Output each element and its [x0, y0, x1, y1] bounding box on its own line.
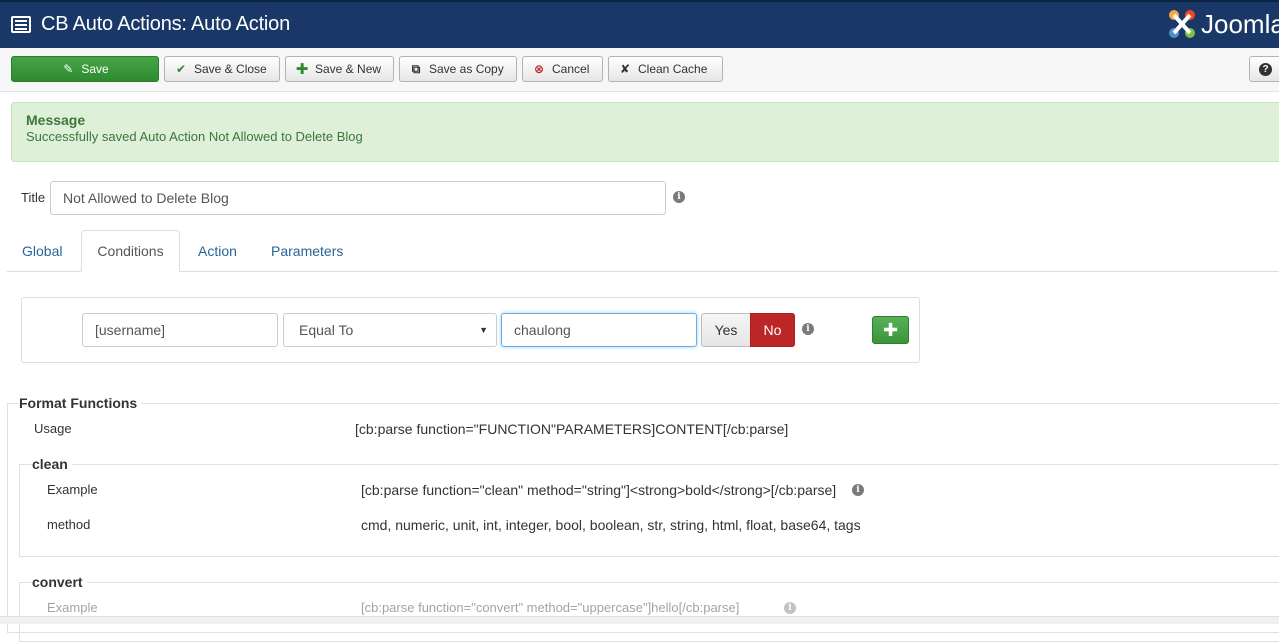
- save-new-label: Save & New: [315, 62, 382, 76]
- info-icon[interactable]: i: [852, 484, 864, 496]
- cancel-button[interactable]: ⊗ Cancel: [522, 56, 603, 82]
- help-button[interactable]: ?: [1249, 56, 1279, 82]
- message-heading: Message: [26, 112, 86, 128]
- save-close-button[interactable]: ✔ Save & Close: [164, 56, 280, 82]
- title-label: Title: [21, 190, 46, 205]
- condition-value-input[interactable]: chaulong: [501, 313, 697, 347]
- clean-fieldset: [19, 464, 1279, 557]
- save-copy-label: Save as Copy: [429, 62, 504, 76]
- tab-global[interactable]: Global: [22, 243, 62, 259]
- page-title: CB Auto Actions: Auto Action: [41, 13, 291, 35]
- plus-icon: ✚: [882, 319, 899, 340]
- clean-legend: clean: [32, 456, 72, 472]
- tab-parameters[interactable]: Parameters: [271, 243, 343, 259]
- usage-value: [cb:parse function="FUNCTION"PARAMETERS]…: [355, 421, 789, 437]
- horizontal-scrollbar[interactable]: [0, 616, 1279, 624]
- convert-legend: convert: [32, 574, 87, 590]
- tab-action[interactable]: Action: [198, 243, 237, 259]
- usage-label: Usage: [34, 421, 72, 436]
- info-icon[interactable]: i: [673, 191, 685, 203]
- question-icon: ?: [1259, 62, 1272, 76]
- success-message: Message Successfully saved Auto Action N…: [11, 102, 1279, 162]
- title-input[interactable]: Not Allowed to Delete Blog: [50, 181, 666, 215]
- save-button[interactable]: ✎ Save: [11, 56, 159, 82]
- yes-toggle[interactable]: Yes: [701, 313, 751, 347]
- info-icon[interactable]: i: [802, 323, 814, 335]
- format-functions-legend: Format Functions: [19, 395, 142, 411]
- check-icon: ✔: [175, 62, 187, 76]
- info-icon[interactable]: i: [784, 602, 796, 614]
- toolbar: ✎ Save ✔ Save & Close ✚ Save & New ⧉ Sav…: [0, 48, 1279, 92]
- operator-selected-value: Equal To: [299, 322, 354, 338]
- clean-method-label: method: [47, 517, 91, 532]
- clean-cache-label: Clean Cache: [638, 62, 708, 76]
- convert-example-value: [cb:parse function="convert" method="upp…: [361, 600, 740, 615]
- clean-method-value: cmd, numeric, unit, int, integer, bool, …: [361, 517, 861, 533]
- message-text: Successfully saved Auto Action Not Allow…: [26, 129, 363, 144]
- cancel-label: Cancel: [552, 62, 590, 76]
- cancel-icon: ⊗: [533, 62, 545, 76]
- brand-name: Joomla!: [1201, 9, 1279, 39]
- tabs-underline: [7, 271, 1279, 272]
- joomla-logo[interactable]: Joomla!: [1165, 6, 1279, 42]
- plus-icon: ✚: [295, 61, 309, 78]
- broom-icon: ✘: [619, 62, 631, 76]
- caret-down-icon: ▼: [479, 325, 488, 335]
- edit-icon: ✎: [63, 62, 74, 76]
- copy-icon: ⧉: [411, 61, 421, 76]
- save-copy-button[interactable]: ⧉ Save as Copy: [399, 56, 517, 82]
- joomla-logo-icon: [1169, 10, 1195, 38]
- clean-example-value: [cb:parse function="clean" method="strin…: [361, 482, 837, 498]
- clean-example-label: Example: [47, 482, 98, 497]
- save-close-label: Save & Close: [194, 62, 267, 76]
- add-condition-button[interactable]: ✚: [872, 316, 909, 344]
- save-new-button[interactable]: ✚ Save & New: [285, 56, 394, 82]
- clean-cache-button[interactable]: ✘ Clean Cache: [608, 56, 723, 82]
- tab-conditions[interactable]: Conditions: [81, 230, 180, 272]
- list-icon: [11, 16, 31, 33]
- convert-example-label: Example: [47, 600, 98, 615]
- condition-field-input[interactable]: [username]: [82, 313, 278, 347]
- no-toggle[interactable]: No: [750, 313, 795, 347]
- save-button-label: Save: [81, 62, 109, 76]
- condition-operator-select[interactable]: Equal To ▼: [283, 313, 497, 347]
- top-header: CB Auto Actions: Auto Action Joomla!: [0, 0, 1279, 48]
